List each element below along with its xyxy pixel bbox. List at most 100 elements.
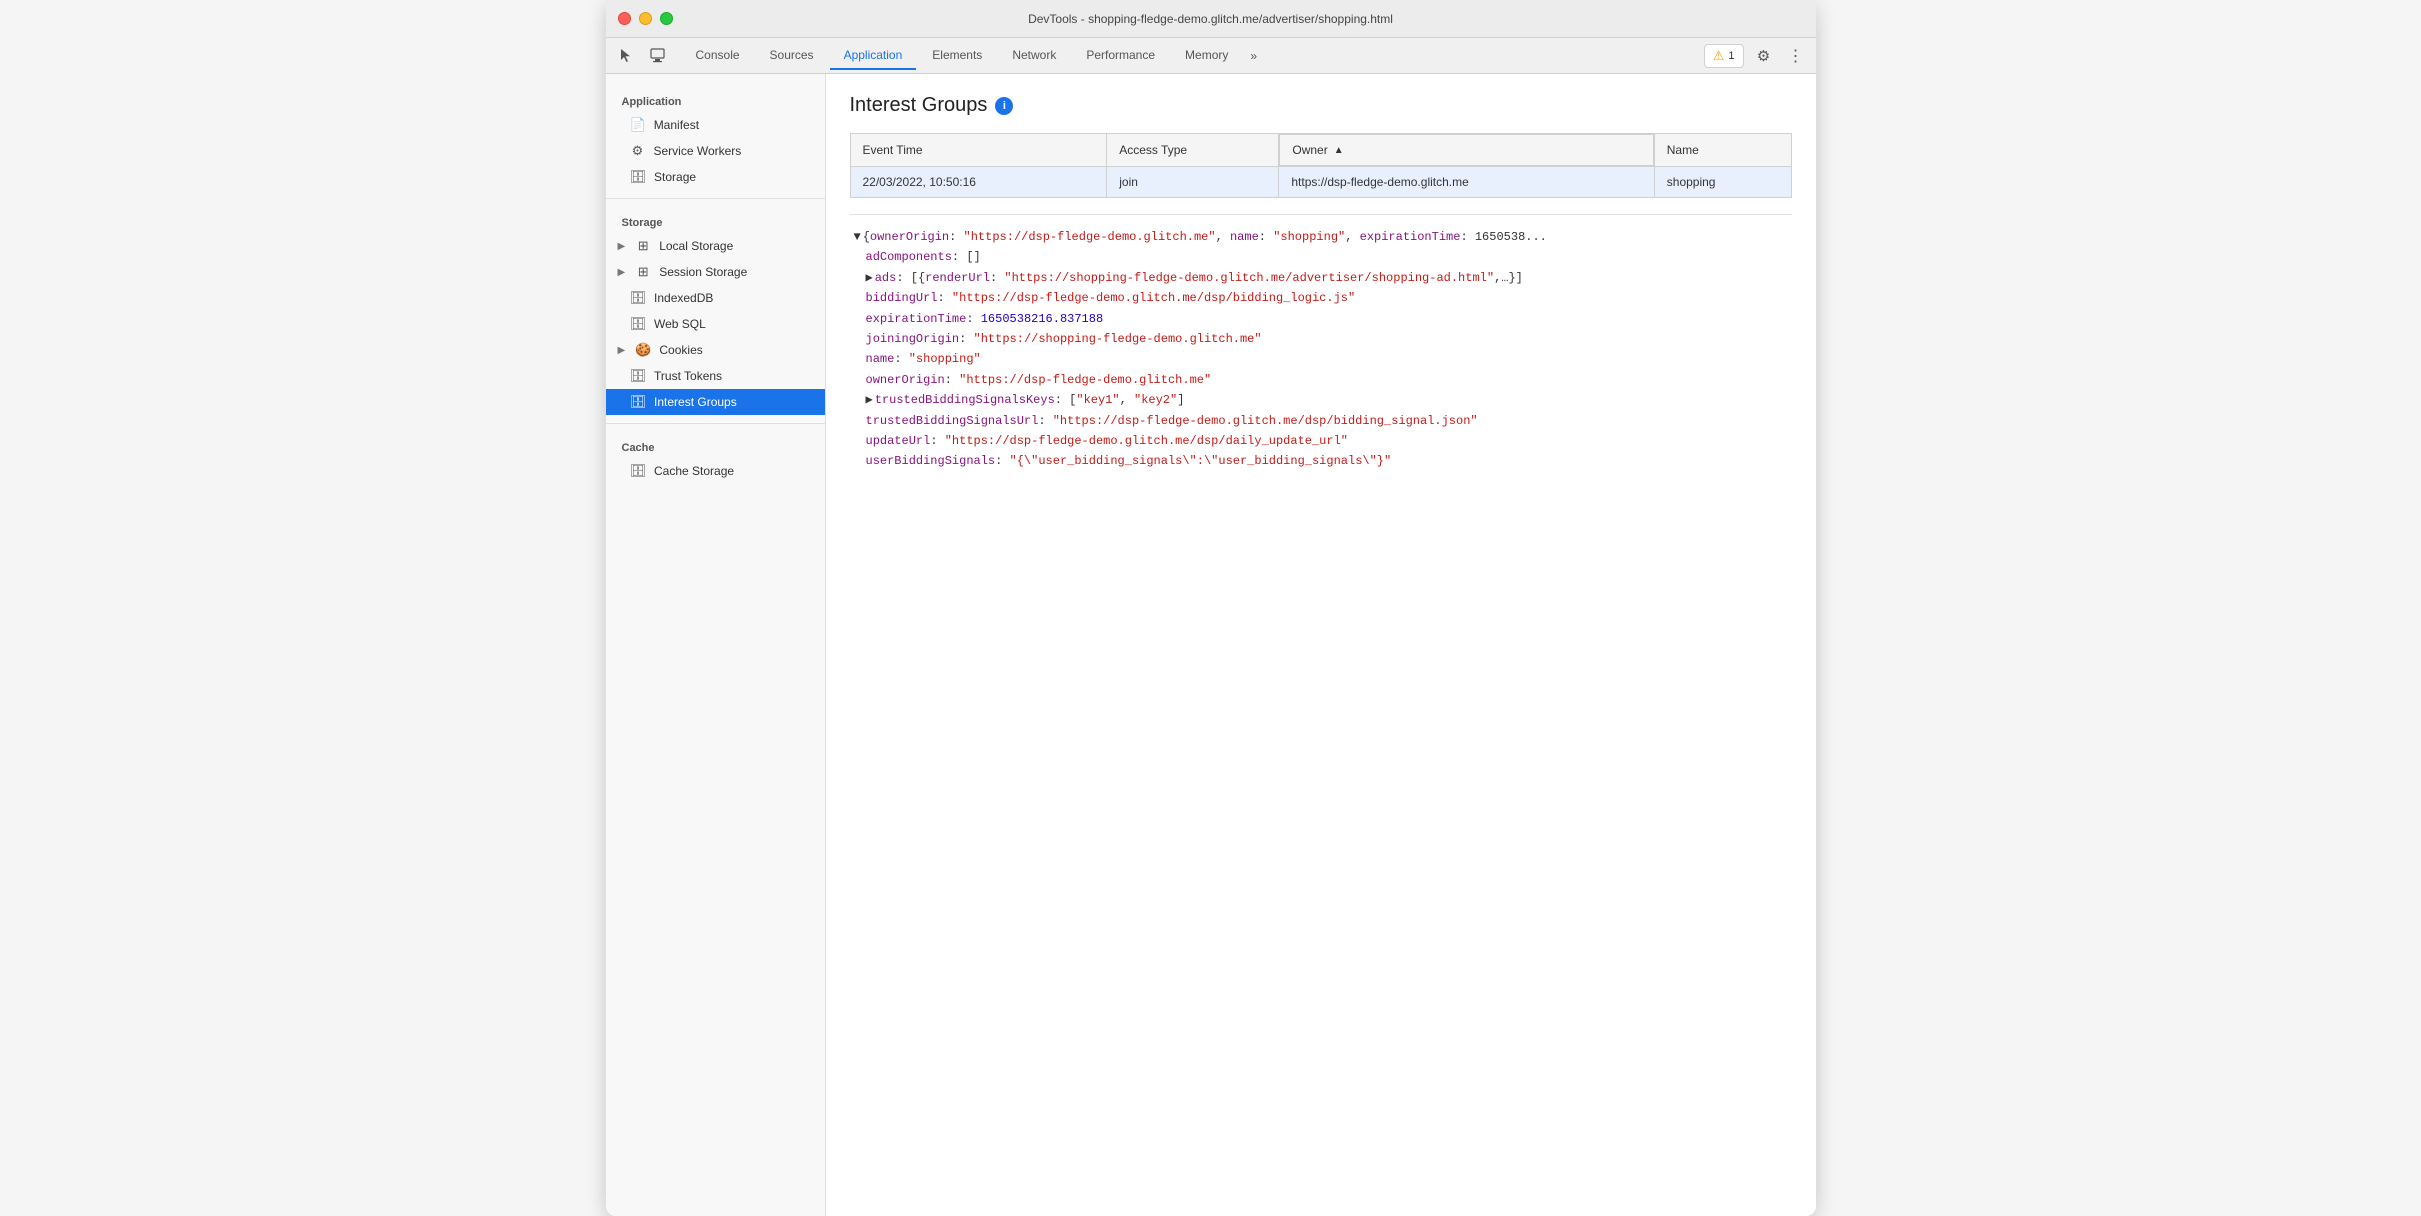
cookies-icon: 🍪 xyxy=(635,342,651,358)
service-workers-icon: ⚙ xyxy=(630,143,646,159)
sidebar-item-label-session-storage: Session Storage xyxy=(659,265,747,279)
cell-owner: https://dsp-fledge-demo.glitch.me xyxy=(1279,167,1654,198)
devtools-window: DevTools - shopping-fledge-demo.glitch.m… xyxy=(606,0,1816,1216)
page-title: Interest Groups xyxy=(850,94,988,117)
cell-name: shopping xyxy=(1654,167,1791,198)
content-area: Interest Groups i Event Time Access Type… xyxy=(826,74,1816,1216)
sidebar-divider-1 xyxy=(606,198,825,199)
expand-arrow-trusted-keys[interactable]: ▶ xyxy=(866,390,873,410)
page-header: Interest Groups i xyxy=(850,94,1792,117)
sidebar-item-trust-tokens[interactable]: 🗄 Trust Tokens xyxy=(606,363,825,389)
sidebar-item-label-cookies: Cookies xyxy=(659,343,702,357)
cell-access-type: join xyxy=(1107,167,1279,198)
expand-arrow-ads[interactable]: ▶ xyxy=(866,268,873,288)
detail-line-name: name : "shopping" xyxy=(850,349,1792,369)
maximize-button[interactable] xyxy=(660,12,673,25)
detail-line-joining-origin: joiningOrigin : "https://shopping-fledge… xyxy=(850,329,1792,349)
cursor-icon-btn[interactable] xyxy=(614,44,638,68)
detail-line-trusted-url: trustedBiddingSignalsUrl : "https://dsp-… xyxy=(850,411,1792,431)
col-header-owner[interactable]: Owner ▲ xyxy=(1279,134,1653,166)
detail-line-update-url: updateUrl : "https://dsp-fledge-demo.gli… xyxy=(850,431,1792,451)
trust-tokens-icon: 🗄 xyxy=(630,368,647,384)
detail-line-expiration: expirationTime : 1650538216.837188 xyxy=(850,309,1792,329)
detail-line-ad-components: adComponents : [] xyxy=(850,247,1792,267)
detail-line-trusted-keys: ▶ trustedBiddingSignalsKeys : [ "key1" ,… xyxy=(850,390,1792,410)
col-header-access-type[interactable]: Access Type xyxy=(1107,134,1279,167)
interest-groups-icon: 🗄 xyxy=(630,394,647,410)
minimize-button[interactable] xyxy=(639,12,652,25)
tab-performance[interactable]: Performance xyxy=(1072,42,1169,70)
tab-sources[interactable]: Sources xyxy=(756,42,828,70)
sidebar-item-cookies[interactable]: ▶ 🍪 Cookies xyxy=(606,337,825,363)
manifest-icon: 📄 xyxy=(630,117,646,133)
sidebar-item-service-workers[interactable]: ⚙ Service Workers xyxy=(606,138,825,164)
sort-arrow-icon: ▲ xyxy=(1334,145,1344,156)
sidebar-item-label-web-sql: Web SQL xyxy=(654,317,706,331)
info-icon[interactable]: i xyxy=(995,97,1013,115)
detail-line-user-signals: userBiddingSignals : "{\"user_bidding_si… xyxy=(850,451,1792,471)
sidebar-item-label-manifest: Manifest xyxy=(654,118,699,132)
local-storage-icon: ⊞ xyxy=(635,238,651,254)
tab-network[interactable]: Network xyxy=(998,42,1070,70)
traffic-lights xyxy=(618,12,673,25)
sidebar-item-label-indexed-db: IndexedDB xyxy=(654,291,713,305)
window-title: DevTools - shopping-fledge-demo.glitch.m… xyxy=(1028,12,1393,26)
tabbar-icons xyxy=(614,44,670,68)
sidebar: Application 📄 Manifest ⚙ Service Workers… xyxy=(606,74,826,1216)
inspect-icon-btn[interactable] xyxy=(646,44,670,68)
sidebar-item-label-interest-groups: Interest Groups xyxy=(654,395,737,409)
main-layout: Application 📄 Manifest ⚙ Service Workers… xyxy=(606,74,1816,1216)
table-header-row: Event Time Access Type Owner ▲ Name xyxy=(850,134,1791,167)
warning-icon: ⚠ xyxy=(1713,48,1725,64)
sidebar-item-local-storage[interactable]: ▶ ⊞ Local Storage xyxy=(606,233,825,259)
detail-line-owner-origin: ownerOrigin : "https://dsp-fledge-demo.g… xyxy=(850,370,1792,390)
sidebar-item-storage[interactable]: 🗄 Storage xyxy=(606,164,825,190)
detail-panel: ▼ { ownerOrigin : "https://dsp-fledge-de… xyxy=(850,214,1792,476)
tab-console[interactable]: Console xyxy=(682,42,754,70)
detail-line-root: ▼ { ownerOrigin : "https://dsp-fledge-de… xyxy=(850,227,1792,247)
more-tabs-button[interactable]: » xyxy=(1244,45,1263,67)
indexed-db-icon: 🗄 xyxy=(630,290,647,306)
arrow-icon-cookies: ▶ xyxy=(618,345,626,356)
close-button[interactable] xyxy=(618,12,631,25)
tab-memory[interactable]: Memory xyxy=(1171,42,1242,70)
sidebar-divider-2 xyxy=(606,423,825,424)
sidebar-section-cache: Cache xyxy=(606,432,825,458)
warning-badge[interactable]: ⚠ 1 xyxy=(1704,44,1744,68)
session-storage-icon: ⊞ xyxy=(635,264,651,280)
sidebar-item-interest-groups[interactable]: 🗄 Interest Groups xyxy=(606,389,825,415)
tab-application[interactable]: Application xyxy=(830,42,917,70)
tabbar-right: ⚠ 1 ⚙ ⋮ xyxy=(1704,44,1808,68)
settings-button[interactable]: ⚙ xyxy=(1752,44,1776,68)
arrow-icon-local-storage: ▶ xyxy=(618,241,626,252)
sidebar-item-label-trust-tokens: Trust Tokens xyxy=(654,369,722,383)
storage-icon: 🗄 xyxy=(630,169,647,185)
detail-line-bidding-url: biddingUrl : "https://dsp-fledge-demo.gl… xyxy=(850,288,1792,308)
arrow-icon-session-storage: ▶ xyxy=(618,267,626,278)
warning-count: 1 xyxy=(1728,50,1734,62)
col-header-owner-label: Owner xyxy=(1292,143,1327,157)
sidebar-item-cache-storage[interactable]: 🗄 Cache Storage xyxy=(606,458,825,484)
sidebar-item-label-service-workers: Service Workers xyxy=(654,144,742,158)
expand-arrow-root[interactable]: ▼ xyxy=(854,227,861,247)
sidebar-section-storage: Storage xyxy=(606,207,825,233)
sidebar-item-session-storage[interactable]: ▶ ⊞ Session Storage xyxy=(606,259,825,285)
sidebar-item-manifest[interactable]: 📄 Manifest xyxy=(606,112,825,138)
col-header-name[interactable]: Name xyxy=(1654,134,1791,167)
tabbar: Console Sources Application Elements Net… xyxy=(606,38,1816,74)
table-row[interactable]: 22/03/2022, 10:50:16 join https://dsp-fl… xyxy=(850,167,1791,198)
interest-groups-table: Event Time Access Type Owner ▲ Name 22/0… xyxy=(850,133,1792,198)
sidebar-section-application: Application xyxy=(606,86,825,112)
sidebar-item-label-local-storage: Local Storage xyxy=(659,239,733,253)
cache-storage-icon: 🗄 xyxy=(630,463,647,479)
detail-line-ads: ▶ ads : [{ renderUrl : "https://shopping… xyxy=(850,268,1792,288)
tab-elements[interactable]: Elements xyxy=(918,42,996,70)
web-sql-icon: 🗄 xyxy=(630,316,647,332)
sidebar-item-web-sql[interactable]: 🗄 Web SQL xyxy=(606,311,825,337)
sidebar-item-label-storage: Storage xyxy=(654,170,696,184)
titlebar: DevTools - shopping-fledge-demo.glitch.m… xyxy=(606,0,1816,38)
col-header-event-time[interactable]: Event Time xyxy=(850,134,1107,167)
sidebar-item-indexed-db[interactable]: 🗄 IndexedDB xyxy=(606,285,825,311)
more-options-button[interactable]: ⋮ xyxy=(1784,44,1808,68)
sidebar-item-label-cache-storage: Cache Storage xyxy=(654,464,734,478)
